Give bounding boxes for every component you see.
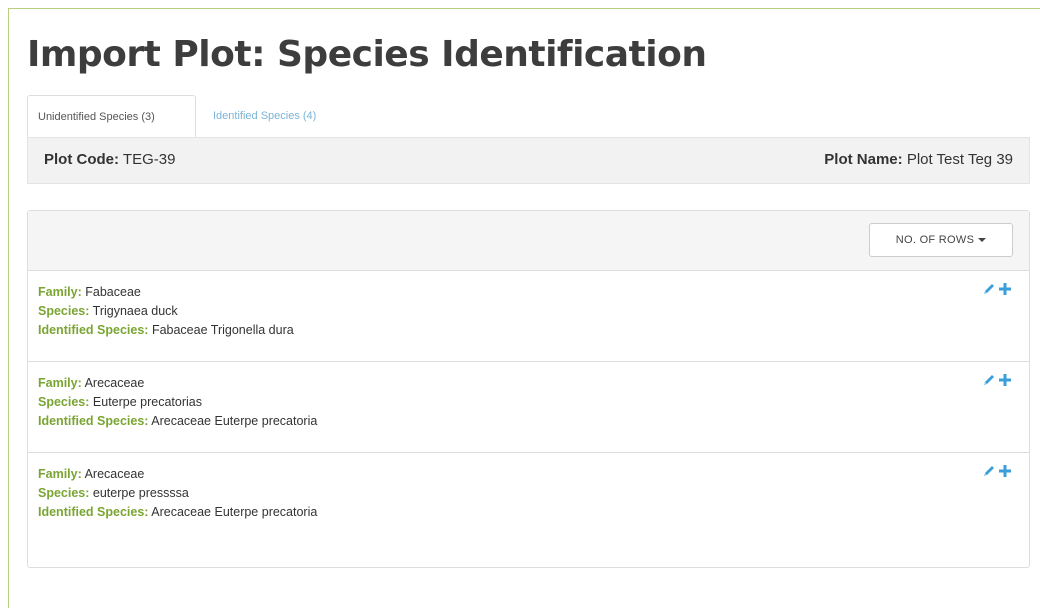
page-title: Import Plot: Species Identification	[27, 34, 707, 75]
identified-species-value: Arecaceae Euterpe precatoria	[151, 414, 318, 428]
list-item: Family: Fabaceae Species: Trigynaea duck I…	[28, 271, 1029, 362]
plus-icon[interactable]	[997, 281, 1013, 303]
species-line: Species: Euterpe precatorias	[38, 393, 1029, 412]
species-label: Species:	[38, 486, 90, 500]
identified-line: Identified Species: Arecaceae Euterpe pr…	[38, 503, 1029, 522]
plot-name-label: Plot Name:	[824, 151, 903, 168]
rows-per-page-dropdown[interactable]: NO. OF ROWS	[869, 223, 1013, 257]
identified-species-label: Identified Species:	[38, 323, 149, 337]
list-item: Family: Arecaceae Species: Euterpe precat…	[28, 362, 1029, 453]
plot-info-bar: Plot Code: TEG-39 Plot Name: Plot Test T…	[27, 137, 1030, 184]
caret-down-icon	[978, 238, 987, 243]
tab-identified-species[interactable]: Identified Species (4)	[203, 95, 326, 137]
family-value: Arecaceae	[84, 467, 145, 481]
panel-toolbar: NO. OF ROWS	[28, 211, 1029, 271]
tab-unidentified-species[interactable]: Unidentified Species (3)	[27, 95, 196, 137]
plot-name-value: Plot Test Teg 39	[906, 151, 1013, 168]
family-line: Family: Fabaceae	[38, 283, 1029, 302]
species-label: Species:	[38, 304, 90, 318]
pencil-icon[interactable]	[981, 372, 997, 394]
plus-icon[interactable]	[997, 372, 1013, 394]
pencil-icon[interactable]	[981, 281, 997, 303]
family-line: Family: Arecaceae	[38, 374, 1029, 393]
identified-line: Identified Species: Arecaceae Euterpe pr…	[38, 412, 1029, 431]
identified-species-value: Fabaceae Trigonella dura	[151, 323, 294, 337]
plot-code: Plot Code: TEG-39	[44, 151, 175, 168]
row-actions	[981, 281, 1013, 301]
family-label: Family:	[38, 376, 82, 390]
family-line: Family: Arecaceae	[38, 465, 1029, 484]
species-line: Species: Trigynaea duck	[38, 302, 1029, 321]
species-panel: NO. OF ROWS Family: Fabaceae Species: Tri…	[27, 210, 1030, 568]
pencil-icon[interactable]	[981, 463, 997, 485]
identified-species-value: Arecaceae Euterpe precatoria	[151, 505, 318, 519]
identified-species-label: Identified Species:	[38, 505, 149, 519]
plot-code-label: Plot Code:	[44, 151, 119, 168]
rows-per-page-label: NO. OF ROWS	[895, 234, 975, 246]
identified-species-label: Identified Species:	[38, 414, 149, 428]
family-value: Fabaceae	[85, 285, 141, 299]
row-actions	[981, 463, 1013, 483]
identified-line: Identified Species: Fabaceae Trigonella …	[38, 321, 1029, 340]
family-label: Family:	[38, 285, 82, 299]
family-value: Arecaceae	[84, 376, 145, 390]
list-item: Family: Arecaceae Species: euterpe presss…	[28, 453, 1029, 544]
species-value: euterpe pressssa	[92, 486, 189, 500]
family-label: Family:	[38, 467, 82, 481]
plot-name: Plot Name: Plot Test Teg 39	[824, 151, 1013, 168]
plot-code-value: TEG-39	[122, 151, 176, 168]
species-list: Family: Fabaceae Species: Trigynaea duck I…	[28, 271, 1029, 544]
species-line: Species: euterpe pressssa	[38, 484, 1029, 503]
row-actions	[981, 372, 1013, 392]
species-value: Euterpe precatorias	[92, 395, 202, 409]
species-label: Species:	[38, 395, 90, 409]
plus-icon[interactable]	[997, 463, 1013, 485]
species-value: Trigynaea duck	[92, 304, 178, 318]
